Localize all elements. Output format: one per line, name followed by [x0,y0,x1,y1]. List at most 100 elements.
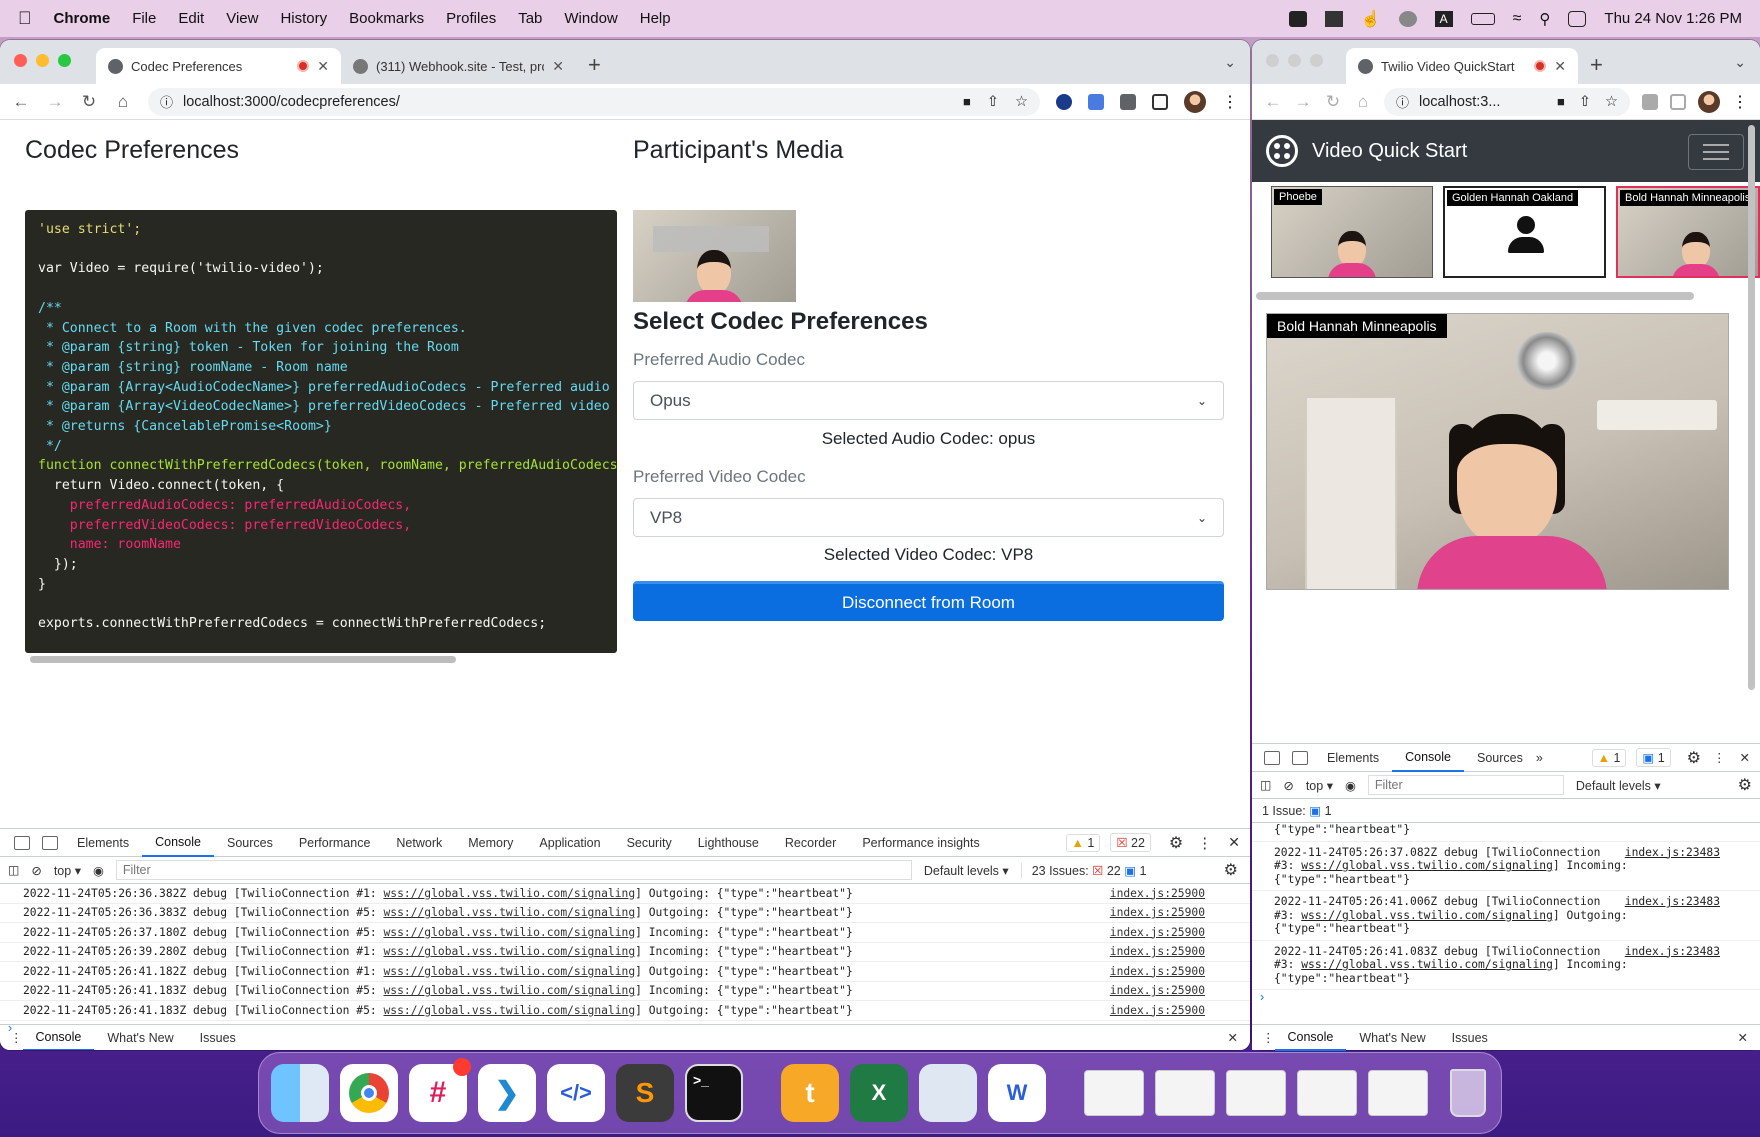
new-tab-button[interactable]: + [1590,52,1603,78]
bookmark-star-icon[interactable]: ☆ [1605,94,1618,110]
zoom-window-button[interactable] [58,54,71,67]
close-devtools-icon[interactable]: ✕ [1228,834,1240,851]
console-prompt[interactable]: › [1252,990,1760,1008]
word-icon[interactable]: W [988,1064,1046,1122]
control-center-icon[interactable] [1568,10,1587,27]
close-window-button[interactable] [14,54,27,67]
profile-avatar[interactable] [1184,90,1206,113]
minimized-window-thumbnail[interactable] [1084,1070,1144,1116]
device-toolbar-icon[interactable] [1292,750,1308,765]
code-editor-icon[interactable]: </> [547,1064,605,1122]
minimize-window-button[interactable] [36,54,49,67]
close-tab-icon[interactable]: ✕ [1554,58,1566,75]
slack-icon[interactable]: # [409,1058,471,1122]
video-codec-select[interactable]: VP8 ⌄ [633,498,1224,537]
translate-icon[interactable] [1088,93,1104,110]
log-link[interactable]: wss://global.vss.twilio.com/signaling [383,945,635,958]
home-button[interactable]: ⌂ [114,92,132,112]
camera-icon[interactable]: ■ [963,94,971,109]
info-icon[interactable]: ⓘ [1396,92,1409,111]
url-field[interactable]: ⓘ localhost:3... ■ ⇧ ☆ [1384,87,1630,116]
log-link[interactable]: wss://global.vss.twilio.com/signaling [383,965,635,978]
tab-elements[interactable]: Elements [1314,744,1392,772]
log-source-link[interactable]: index.js:25900 [1110,1004,1205,1017]
more-tabs-icon[interactable]: » [1536,751,1543,765]
tab-network[interactable]: Network [383,829,455,857]
globe-icon[interactable] [1398,10,1417,27]
sidebar-toggle-icon[interactable]: ◫ [1260,778,1271,792]
tab-application[interactable]: Application [526,829,613,857]
vscode-icon[interactable]: ❯ [478,1064,536,1122]
info-icon[interactable]: ⓘ [160,92,173,111]
clear-console-icon[interactable]: ⊘ [31,863,41,878]
console-settings-icon[interactable]: ⚙ [1224,860,1238,880]
eye-icon[interactable]: ◉ [93,863,104,878]
wifi-icon[interactable]: ≈ [1513,10,1522,28]
log-source-link[interactable]: index.js:23483 [1625,846,1720,860]
minimized-window-thumbnail[interactable] [1368,1070,1428,1116]
tab-performance[interactable]: Performance [286,829,384,857]
forward-button[interactable]: → [1294,92,1312,112]
close-drawer-icon[interactable]: ✕ [1228,1030,1238,1045]
error-count-badge[interactable]: ☒ 22 [1110,833,1151,852]
trash-icon[interactable] [1439,1064,1497,1122]
tab-codec-preferences[interactable]: Codec Preferences ✕ [96,48,341,84]
drawer-tab-whats-new[interactable]: What's New [1346,1025,1438,1051]
tab-security[interactable]: Security [614,829,685,857]
menu-tab[interactable]: Tab [518,10,542,27]
context-select[interactable]: top ▾ [1306,778,1333,793]
participants-scrollbar[interactable] [1256,292,1694,300]
log-levels-select[interactable]: Default levels ▾ [924,863,1009,878]
chrome-icon[interactable] [340,1064,398,1122]
new-tab-button[interactable]: + [588,52,601,78]
log-link[interactable]: wss://global.vss.twilio.com/signaling [383,1004,635,1017]
extension-circle-icon[interactable] [1056,93,1072,110]
participant-tile-golden-hannah[interactable]: Golden Hannah Oakland [1443,186,1606,278]
log-source-link[interactable]: index.js:25900 [1110,906,1205,919]
share-icon[interactable]: ⇧ [1579,94,1591,110]
disconnect-button[interactable]: Disconnect from Room [633,581,1224,621]
menu-profiles[interactable]: Profiles [446,10,496,27]
clock[interactable]: Thu 24 Nov 1:26 PM [1604,10,1742,27]
finder-icon[interactable] [271,1064,329,1122]
menu-edit[interactable]: Edit [178,10,204,27]
terminal-icon[interactable]: >_ [685,1064,743,1122]
clear-console-icon[interactable]: ⊘ [1283,778,1293,793]
tab-recorder[interactable]: Recorder [772,829,849,857]
input-source-icon[interactable]: A [1434,10,1453,27]
participant-tile-phoebe[interactable]: Phoebe [1271,186,1433,278]
log-source-link[interactable]: index.js:25900 [1110,887,1205,900]
more-options-icon[interactable]: ⋮ [1197,834,1212,852]
share-icon[interactable]: ⇧ [987,94,999,110]
menu-bookmarks[interactable]: Bookmarks [349,10,424,27]
inspect-element-icon[interactable] [14,835,30,850]
back-button[interactable]: ← [12,92,30,112]
extensions-puzzle-icon[interactable] [1642,93,1658,110]
issues-counter[interactable]: 23 Issues: ☒ 22 ▣ 1 [1020,862,1147,878]
reload-button[interactable]: ↻ [80,92,98,112]
navbar-toggle-button[interactable] [1688,134,1744,170]
spotlight-icon[interactable]: ⚲ [1539,10,1550,28]
tab-elements[interactable]: Elements [64,829,142,857]
tab-sources[interactable]: Sources [214,829,286,857]
settings-gear-icon[interactable]: ⚙ [1169,833,1183,853]
tab-console[interactable]: Console [1392,744,1464,772]
page-scrollbar[interactable] [1748,125,1755,690]
excel-icon[interactable]: X [850,1064,908,1122]
log-levels-select[interactable]: Default levels ▾ [1576,778,1661,793]
settings-gear-icon[interactable]: ⚙ [1687,748,1701,768]
side-panel-icon[interactable] [1152,93,1168,110]
grid-icon[interactable] [1324,10,1343,27]
apple-icon[interactable]:  [18,8,32,29]
inspect-element-icon[interactable] [1264,750,1280,765]
tab-search-chevron-icon[interactable]: ⌄ [1734,54,1746,71]
close-tab-icon[interactable]: ✕ [552,58,564,75]
log-source-link[interactable]: index.js:25900 [1110,945,1205,958]
tab-performance-insights[interactable]: Performance insights [849,829,992,857]
menu-file[interactable]: File [132,10,156,27]
tab-lighthouse[interactable]: Lighthouse [685,829,772,857]
log-link[interactable]: wss://global.vss.twilio.com/signaling [1301,909,1553,922]
log-link[interactable]: wss://global.vss.twilio.com/signaling [383,887,635,900]
chrome-menu-icon[interactable]: ⋮ [1732,92,1748,112]
drawer-tab-issues[interactable]: Issues [1439,1025,1501,1051]
